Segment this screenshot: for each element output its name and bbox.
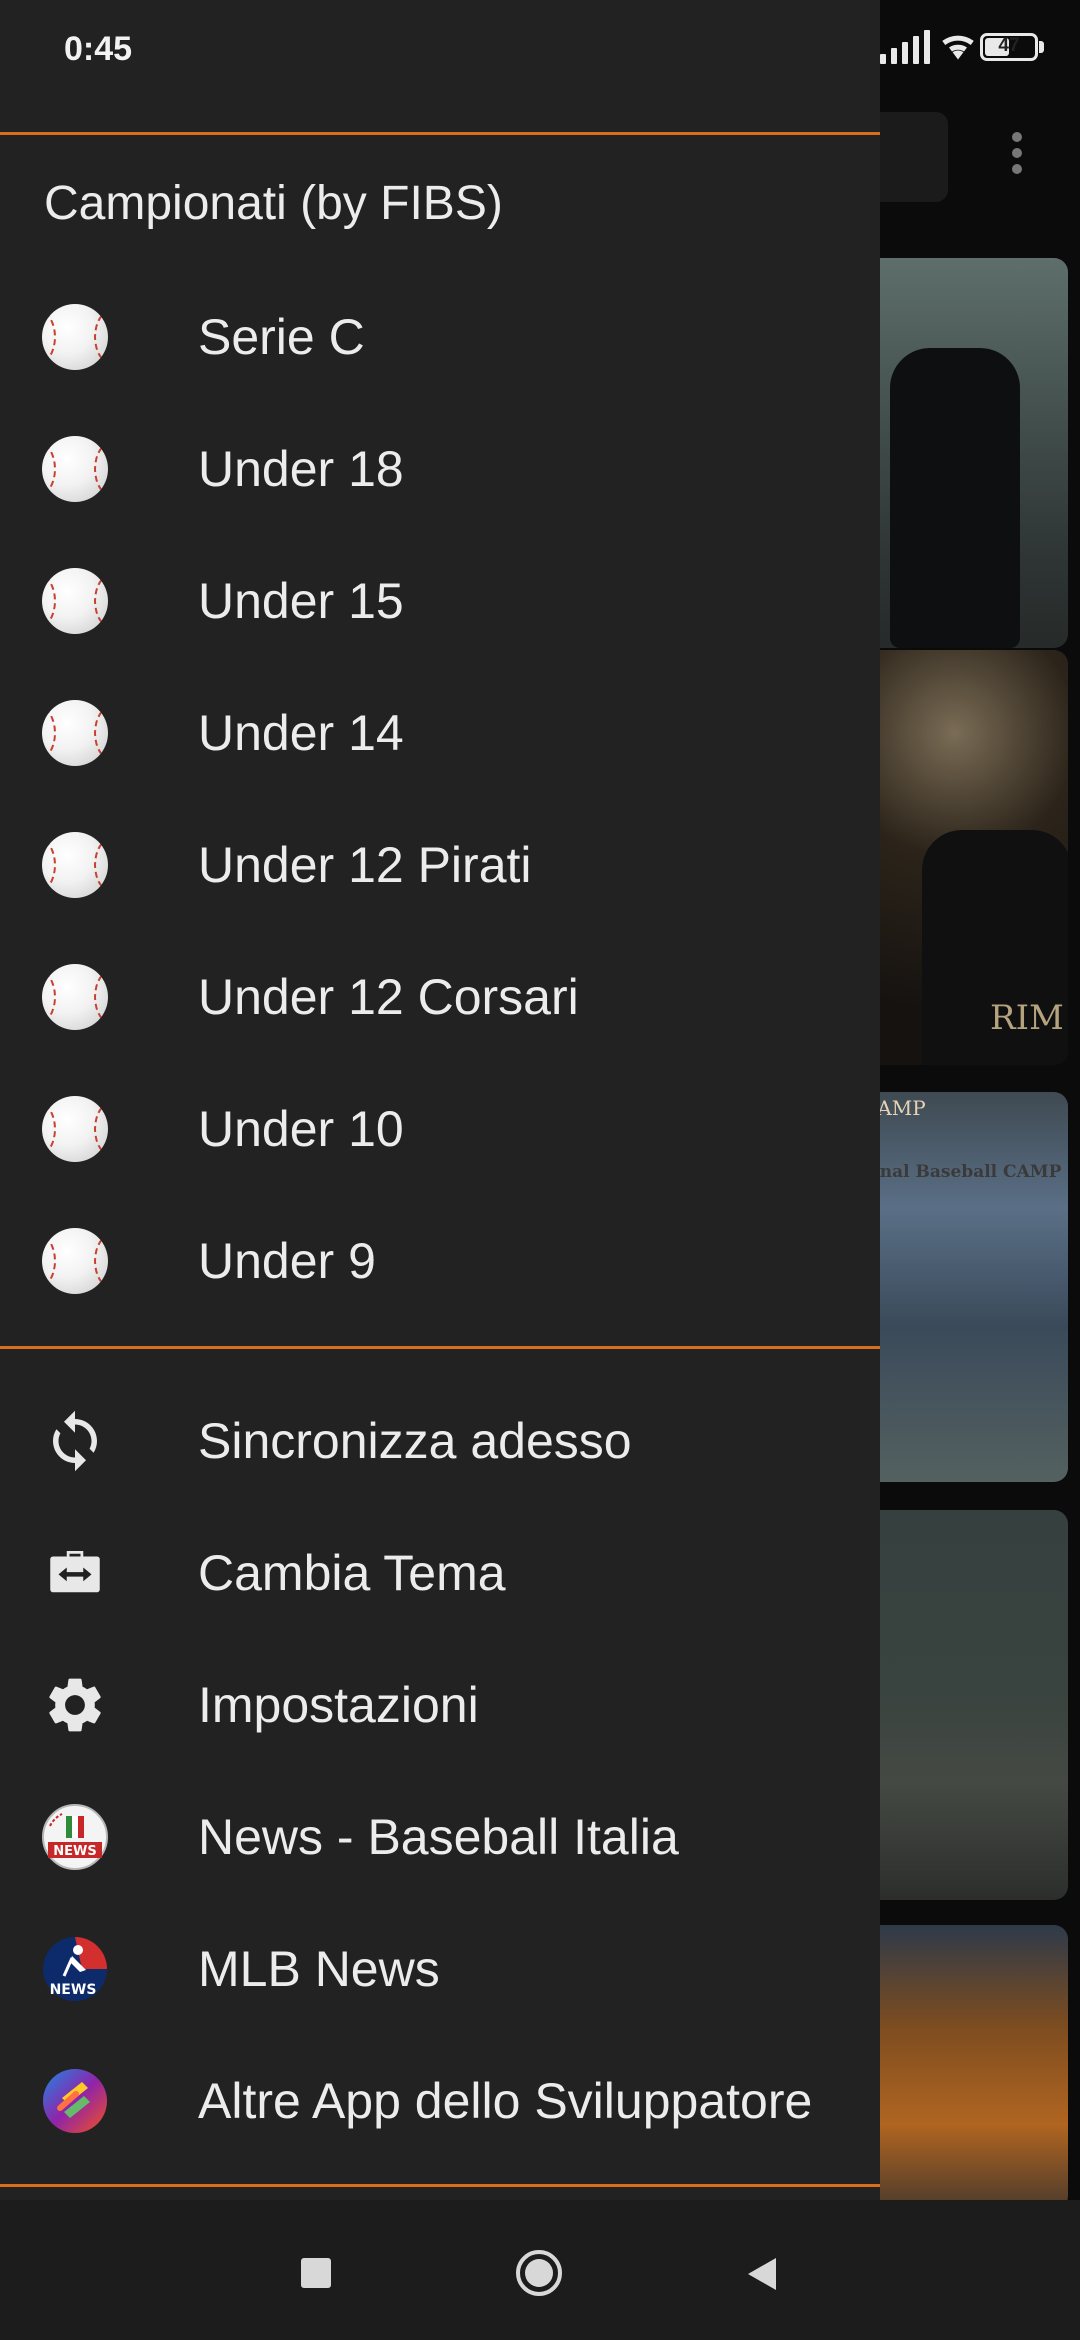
drawer-item-label: Under 10 [198, 1101, 404, 1157]
drawer-item-label: MLB News [198, 1941, 440, 1997]
card-photo-text: RIM [990, 998, 1064, 1038]
developer-apps-icon [43, 2069, 107, 2133]
drawer-item-label: Serie C [198, 309, 365, 365]
drawer-item-label: Under 18 [198, 441, 404, 497]
baseball-icon [42, 964, 108, 1030]
drawer-item-theme[interactable]: Cambia Tema [0, 1506, 880, 1638]
baseball-icon [42, 436, 108, 502]
theme-swap-icon [50, 1551, 100, 1593]
battery-tip [1039, 41, 1044, 53]
drawer-item-settings[interactable]: Impostazioni [0, 1638, 880, 1770]
baseball-icon [42, 700, 108, 766]
news-italia-icon: NEWS [42, 1804, 108, 1870]
system-navigation-bar [0, 2200, 1080, 2340]
mlb-news-icon: NEWS [43, 1937, 107, 2001]
drawer-item-developer-apps[interactable]: Altre App dello Sviluppatore [0, 2034, 880, 2166]
recent-apps-button[interactable] [301, 2258, 331, 2288]
baseball-icon [42, 568, 108, 634]
overflow-menu-icon[interactable] [1012, 132, 1022, 142]
news-card[interactable] [862, 258, 1068, 648]
news-card[interactable]: RIM [862, 650, 1068, 1065]
drawer-item-under-14[interactable]: Under 14 [0, 666, 880, 798]
drawer-item-serie-c[interactable]: Serie C [0, 270, 880, 402]
home-button[interactable] [514, 2248, 564, 2298]
baseball-icon [42, 1228, 108, 1294]
drawer-item-label: Under 12 Corsari [198, 969, 579, 1025]
divider [0, 1346, 880, 1349]
battery-icon: 47 [980, 33, 1038, 61]
baseball-icon [42, 1096, 108, 1162]
baseball-icon [42, 832, 108, 898]
drawer-item-label: Cambia Tema [198, 1545, 506, 1601]
drawer-item-under-15[interactable]: Under 15 [0, 534, 880, 666]
drawer-item-label: Under 14 [198, 705, 404, 761]
sync-icon [53, 1410, 97, 1472]
news-card[interactable]: CAMP ional Baseball CAMP [862, 1092, 1068, 1482]
drawer-item-label: Under 12 Pirati [198, 837, 532, 893]
wifi-icon [942, 35, 974, 60]
divider [0, 132, 880, 135]
baseball-icon [42, 304, 108, 370]
card-photo-text: ional Baseball CAMP [862, 1162, 1062, 1182]
drawer-item-label: Under 15 [198, 573, 404, 629]
drawer-item-news-baseball-italia[interactable]: NEWS News - Baseball Italia [0, 1770, 880, 1902]
drawer-item-label: Under 9 [198, 1233, 376, 1289]
drawer-item-under-18[interactable]: Under 18 [0, 402, 880, 534]
drawer-item-label: Impostazioni [198, 1677, 479, 1733]
navigation-drawer: Campionati (by FIBS) Serie C Under 18 Un… [0, 0, 880, 2200]
drawer-item-under-12-pirati[interactable]: Under 12 Pirati [0, 798, 880, 930]
drawer-item-label: Altre App dello Sviluppatore [198, 2073, 813, 2129]
drawer-item-under-10[interactable]: Under 10 [0, 1062, 880, 1194]
battery-level: 47 [998, 35, 1020, 56]
status-bar: 0:45 47 [0, 0, 1080, 100]
clock: 0:45 [64, 30, 133, 68]
section-title: Campionati (by FIBS) [44, 177, 503, 230]
gear-icon [49, 1678, 101, 1732]
divider [0, 2184, 880, 2187]
drawer-item-sync[interactable]: Sincronizza adesso [0, 1374, 880, 1506]
svg-text:NEWS: NEWS [53, 1844, 96, 1859]
news-card[interactable] [862, 1510, 1068, 1900]
drawer-item-label: News - Baseball Italia [198, 1809, 679, 1865]
drawer-item-under-9[interactable]: Under 9 [0, 1194, 880, 1326]
news-card[interactable] [862, 1925, 1068, 2210]
cellular-signal-icon [880, 30, 930, 64]
drawer-item-label: Sincronizza adesso [198, 1413, 632, 1469]
back-button[interactable] [742, 2254, 782, 2294]
svg-text:NEWS: NEWS [50, 1982, 97, 1998]
photo-figure [890, 348, 1020, 648]
drawer-item-mlb-news[interactable]: NEWS MLB News [0, 1902, 880, 2034]
drawer-item-under-12-corsari[interactable]: Under 12 Corsari [0, 930, 880, 1062]
